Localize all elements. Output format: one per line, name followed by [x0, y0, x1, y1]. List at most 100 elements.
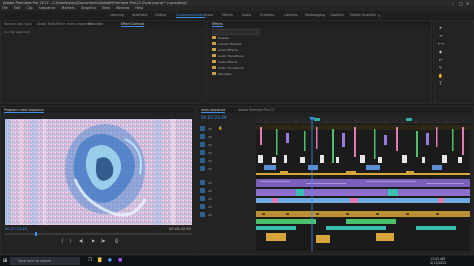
track-toggle[interactable]: [200, 134, 205, 139]
premiere-icon[interactable]: ■: [118, 258, 122, 263]
program-scrub-bar[interactable]: [5, 233, 192, 235]
track-toggle[interactable]: [200, 204, 205, 209]
workspace-graphics[interactable]: Graphics: [260, 13, 274, 17]
maximize-icon[interactable]: □: [459, 1, 463, 6]
folder-lumetri-presets[interactable]: Lumetri Presets: [218, 42, 241, 46]
tab-program[interactable]: Program: main sequence: [4, 108, 44, 113]
folder-presets[interactable]: Presets: [218, 36, 229, 40]
workspace-effects[interactable]: Effects: [222, 13, 233, 17]
type-tool-icon[interactable]: T: [438, 81, 443, 86]
folder-icon: [212, 54, 216, 57]
track-header-a5: A5: [198, 212, 248, 220]
folder-audio-transitions[interactable]: Audio Transitions: [218, 54, 244, 58]
workspace-bar: Learning Assembly Editing Customworkspac…: [0, 11, 474, 19]
track-header-v1: V1: [198, 166, 248, 174]
program-playhead[interactable]: [35, 232, 37, 236]
ripple-edit-tool-icon[interactable]: ⟷: [438, 41, 444, 46]
step-forward-icon[interactable]: |▶: [101, 238, 105, 243]
effects-tab-row: Effects: [208, 21, 431, 27]
track-header-v5: V5: [198, 134, 248, 142]
workspace-libraries[interactable]: Libraries: [284, 13, 298, 17]
workspace-motion-graphics[interactable]: Motion Graphics: [350, 13, 376, 17]
workspace-audio[interactable]: Audio: [242, 13, 251, 17]
workspace-metalogging[interactable]: Metalogging: [305, 13, 325, 17]
timeline-tab-row: main sequence Adobe Premiere Pro CC: [198, 107, 473, 113]
folder-audio-effects[interactable]: Audio Effects: [218, 48, 238, 52]
workspace-color[interactable]: Color: [205, 13, 213, 17]
workspace-captions[interactable]: Captions: [330, 13, 344, 17]
track-header-v2: V2: [198, 158, 248, 166]
mark-in-icon[interactable]: {: [61, 238, 64, 243]
track-toggle[interactable]: [200, 126, 205, 131]
track-header-a2: A2: [198, 188, 248, 196]
more-workspaces-icon[interactable]: »: [378, 13, 380, 18]
track-toggle[interactable]: [200, 212, 205, 217]
windows-start-icon[interactable]: ⊞: [3, 258, 7, 264]
minimize-icon[interactable]: –: [452, 1, 454, 6]
folder-obsolete[interactable]: Obsolete: [218, 72, 231, 76]
folder-icon: [212, 48, 216, 51]
tab-source[interactable]: Source: (no clips): [4, 22, 32, 26]
program-tab-row: Program: main sequence: [1, 107, 195, 113]
track-header-a1: A1: [198, 180, 248, 188]
track-toggle[interactable]: [200, 180, 205, 185]
program-monitor-panel: Program: main sequence 00:07:23:49 00:03…: [0, 106, 196, 255]
workspace-editing[interactable]: Editing: [155, 13, 166, 17]
effects-search-input[interactable]: [212, 29, 259, 35]
tab-effect-controls[interactable]: Effect Controls: [121, 22, 145, 27]
track-header-a3: A3: [198, 196, 248, 204]
taskbar: ⊞ Type here to search ❐ ▇ ● ■ 11:02 AM 4…: [0, 256, 474, 266]
selection-tool-icon[interactable]: ➤: [438, 25, 443, 30]
app-window: Adobe Premiere Pro 2017 - C:\Users\sopy\…: [0, 0, 474, 266]
browser-icon[interactable]: ●: [108, 258, 112, 263]
tab-metadata[interactable]: Metadata: [88, 22, 103, 26]
razor-tool-icon[interactable]: ◆: [438, 49, 443, 54]
taskbar-date: 4/11/2022: [430, 261, 447, 265]
tab-audio-mixer[interactable]: Audio Track Mixer: main sequence: [37, 22, 92, 26]
lock-icon[interactable]: 🔒: [218, 126, 222, 130]
program-timecode[interactable]: 00:07:23:49: [5, 227, 27, 231]
folder-video-transitions[interactable]: Video Transitions: [218, 66, 243, 70]
track-header-v3: V3: [198, 150, 248, 158]
tab-main-sequence[interactable]: main sequence: [201, 108, 226, 113]
export-frame-icon[interactable]: ⎙: [115, 238, 118, 243]
program-video-frame: [5, 119, 192, 225]
timeline-panel: main sequence Adobe Premiere Pro CC 00:0…: [197, 106, 474, 255]
track-toggle[interactable]: [200, 196, 205, 201]
tab-effects[interactable]: Effects: [212, 22, 223, 27]
folder-icon: [212, 36, 216, 39]
mark-out-icon[interactable]: }: [69, 238, 72, 243]
track-toggle[interactable]: [200, 158, 205, 163]
track-toggle[interactable]: [200, 188, 205, 193]
play-icon[interactable]: ▶: [92, 238, 95, 243]
source-tab-row: Source: (no clips) Audio Track Mixer: ma…: [1, 21, 205, 27]
taskbar-search-placeholder: Type here to search: [18, 259, 52, 263]
close-icon[interactable]: ×: [466, 1, 469, 6]
track-toggle[interactable]: [200, 166, 205, 171]
hand-tool-icon[interactable]: ✋: [438, 73, 443, 78]
track-toggle[interactable]: [200, 150, 205, 155]
tab-second-sequence[interactable]: Adobe Premiere Pro CC: [238, 108, 275, 112]
pen-tool-icon[interactable]: ✎: [438, 65, 443, 70]
folder-icon: [212, 42, 216, 45]
step-back-icon[interactable]: ◀|: [79, 238, 83, 243]
timeline-clips: [256, 117, 470, 251]
taskbar-search-input[interactable]: Type here to search: [10, 257, 80, 265]
slip-tool-icon[interactable]: ↔: [438, 57, 443, 62]
workspace-custom[interactable]: Customworkspace: [176, 13, 206, 18]
track-toggle[interactable]: [200, 142, 205, 147]
folder-icon: [212, 60, 216, 63]
track-headers: V6 🔒 V5 V4 V3 V2 V1 A1 A2 A3 A4 A5: [198, 124, 254, 250]
timeline-timecode[interactable]: 00:07:23:49: [201, 115, 227, 120]
video-frame-image: [5, 119, 192, 225]
track-select-tool-icon[interactable]: ⇥: [438, 33, 443, 38]
folder-video-effects[interactable]: Video Effects: [218, 60, 238, 64]
file-explorer-icon[interactable]: ▇: [98, 258, 101, 263]
folder-icon: [212, 66, 216, 69]
program-duration: 00:03:42:49: [169, 227, 191, 231]
task-view-icon[interactable]: ❐: [88, 258, 92, 263]
timeline-clips-area[interactable]: [256, 117, 470, 251]
tools-panel: ➤ ⇥ ⟷ ◆ ↔ ✎ ✋ T: [433, 20, 474, 104]
workspace-assembly[interactable]: Assembly: [132, 13, 147, 17]
workspace-learning[interactable]: Learning: [110, 13, 124, 17]
